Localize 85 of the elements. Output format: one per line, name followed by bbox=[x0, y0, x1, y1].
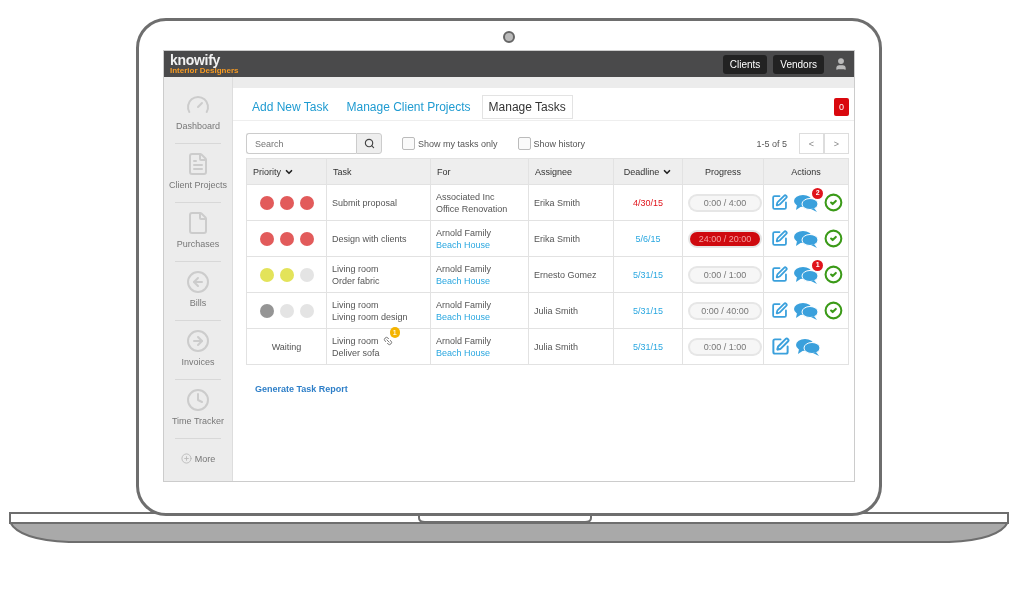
edit-icon[interactable] bbox=[771, 265, 789, 284]
comments-icon[interactable] bbox=[794, 301, 819, 320]
project-link[interactable]: Beach House bbox=[436, 274, 523, 287]
sidebar-item[interactable]: Time Tracker bbox=[171, 416, 225, 426]
camera-icon bbox=[503, 31, 515, 43]
client-name: Arnold Family bbox=[436, 298, 492, 311]
progress-pill: 0:00 / 4:00 bbox=[690, 195, 760, 210]
assignee-name: Ernesto Gomez bbox=[534, 269, 597, 280]
client-name: Arnold Family bbox=[436, 226, 492, 239]
search-icon bbox=[363, 138, 375, 149]
project-link[interactable]: Beach House bbox=[436, 238, 523, 251]
client-name: Arnold Family bbox=[436, 334, 492, 347]
sidebar-item[interactable]: Purchases bbox=[176, 239, 220, 249]
column-header[interactable]: Deadline bbox=[613, 158, 683, 185]
plus-icon[interactable] bbox=[180, 453, 192, 464]
checkbox-label: Show my tasks only bbox=[418, 138, 498, 149]
tab[interactable]: Manage Tasks bbox=[481, 94, 573, 119]
assignee-name: Erika Smith bbox=[534, 233, 580, 244]
sidebar-item[interactable]: Client Projects bbox=[169, 180, 227, 190]
sidebar-item[interactable]: Dashboard bbox=[176, 121, 220, 131]
report-link[interactable]: Generate Task Report bbox=[255, 384, 348, 394]
link-count-badge: 1 bbox=[389, 326, 400, 338]
notification-badge[interactable]: 0 bbox=[834, 97, 849, 116]
complete-icon[interactable] bbox=[824, 228, 843, 249]
task-name: Living room bbox=[332, 334, 379, 347]
priority-status: Waiting bbox=[271, 341, 302, 352]
column-header[interactable]: Task bbox=[326, 158, 431, 185]
user-icon[interactable] bbox=[834, 57, 848, 71]
logo-tagline: Interior Designers bbox=[170, 67, 239, 75]
comments-icon[interactable] bbox=[794, 265, 819, 284]
comments-icon[interactable] bbox=[794, 193, 819, 212]
tab[interactable]: Add New Task bbox=[245, 94, 336, 119]
project-name: Office Renovation bbox=[436, 202, 509, 215]
search-field[interactable]: Search bbox=[246, 133, 356, 154]
deadline-date: 5/31/15 bbox=[633, 269, 663, 280]
progress-pill: 0:00 / 40:00 bbox=[690, 303, 760, 318]
progress-pill: 0:00 / 1:00 bbox=[690, 339, 760, 354]
logo: knowify bbox=[170, 53, 222, 67]
edit-icon[interactable] bbox=[771, 229, 789, 248]
deadline-date: 5/31/15 bbox=[633, 305, 663, 316]
project-link[interactable]: Beach House bbox=[436, 310, 523, 323]
next-page-button[interactable]: > bbox=[824, 133, 849, 154]
sidebar-item[interactable]: Invoices bbox=[181, 357, 215, 367]
assignee-name: Julia Smith bbox=[534, 305, 578, 316]
sidebar-item[interactable]: Bills bbox=[189, 298, 207, 308]
complete-icon[interactable] bbox=[824, 192, 843, 213]
task-name: Deliver sofa bbox=[332, 346, 380, 359]
task-name: Living room bbox=[332, 262, 379, 275]
comments-icon[interactable] bbox=[796, 337, 820, 356]
checkbox[interactable] bbox=[402, 137, 415, 150]
edit-icon[interactable] bbox=[771, 301, 789, 320]
client-name: Associated Inc bbox=[436, 190, 496, 203]
previous-page-button[interactable]: < bbox=[799, 133, 824, 154]
task-name: Living room bbox=[332, 298, 379, 311]
column-header[interactable]: Actions bbox=[763, 158, 849, 185]
nav-button[interactable]: Vendors bbox=[773, 54, 824, 74]
deadline-date: 5/6/15 bbox=[635, 233, 661, 244]
progress-pill: 24:00 / 20:00 bbox=[690, 231, 760, 246]
task-name: Living room design bbox=[332, 310, 408, 323]
assignee-name: Erika Smith bbox=[534, 197, 580, 208]
column-header[interactable]: For bbox=[430, 158, 529, 185]
comments-icon[interactable] bbox=[794, 229, 819, 248]
edit-icon[interactable] bbox=[771, 193, 789, 212]
tab[interactable]: Manage Client Projects bbox=[339, 94, 478, 119]
task-name: Submit proposal bbox=[332, 196, 398, 209]
complete-icon[interactable] bbox=[824, 300, 843, 321]
search-button[interactable] bbox=[356, 133, 382, 154]
checkbox-label: Show history bbox=[533, 138, 586, 149]
checkbox[interactable] bbox=[517, 137, 531, 150]
more-link[interactable]: More bbox=[194, 453, 216, 464]
deadline-date: 4/30/15 bbox=[633, 197, 663, 208]
column-header[interactable]: Assignee bbox=[528, 158, 614, 185]
client-name: Arnold Family bbox=[436, 262, 492, 275]
nav-button[interactable]: Clients bbox=[722, 54, 768, 74]
column-header[interactable]: Priority bbox=[246, 158, 327, 185]
deadline-date: 5/31/15 bbox=[633, 341, 663, 352]
project-link[interactable]: Beach House bbox=[436, 346, 523, 359]
task-name: Order fabric bbox=[332, 274, 380, 287]
edit-icon[interactable] bbox=[771, 337, 790, 356]
progress-pill: 0:00 / 1:00 bbox=[690, 267, 760, 282]
column-header[interactable]: Progress bbox=[682, 158, 764, 185]
complete-icon[interactable] bbox=[824, 264, 843, 285]
assignee-name: Julia Smith bbox=[534, 341, 578, 352]
task-name: Design with clients bbox=[332, 232, 407, 245]
page-range: 1-5 of 5 bbox=[756, 138, 787, 149]
